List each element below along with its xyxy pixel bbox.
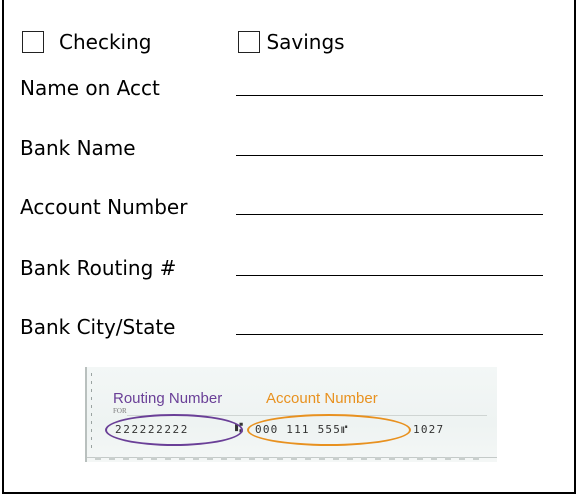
- savings-label: Savings: [266, 30, 345, 54]
- name-on-acct-input[interactable]: [236, 95, 543, 96]
- savings-checkbox[interactable]: [238, 31, 261, 53]
- account-type-row: Checking Savings: [22, 26, 345, 58]
- account-number-caption: Account Number: [266, 390, 378, 407]
- field-bank-city-state: Bank City/State: [20, 312, 550, 342]
- check-edge-mark: [91, 373, 92, 453]
- field-account-number: Account Number: [20, 192, 550, 222]
- field-label: Bank Name: [20, 136, 136, 160]
- checking-option[interactable]: Checking: [22, 30, 151, 54]
- for-label: FOR: [113, 407, 127, 415]
- routing-highlight-oval: [105, 414, 243, 446]
- field-label: Bank City/State: [20, 315, 176, 339]
- field-label: Account Number: [20, 195, 188, 219]
- checking-label: Checking: [59, 30, 152, 54]
- checking-checkbox[interactable]: [22, 31, 44, 53]
- sample-check-image: Routing Number Account Number FOR 222222…: [85, 367, 497, 462]
- field-label: Name on Acct: [20, 76, 160, 100]
- savings-option[interactable]: Savings: [238, 30, 345, 54]
- check-bottom-pattern: [95, 457, 485, 460]
- bank-routing-input[interactable]: [236, 275, 543, 276]
- bank-name-input[interactable]: [236, 155, 543, 156]
- field-bank-routing: Bank Routing #: [20, 253, 550, 283]
- field-label: Bank Routing #: [20, 256, 177, 280]
- bank-city-state-input[interactable]: [236, 334, 543, 335]
- routing-number-caption: Routing Number: [113, 390, 223, 407]
- micr-check-number: 1027: [413, 423, 445, 436]
- account-highlight-oval: [247, 414, 411, 446]
- field-bank-name: Bank Name: [20, 133, 550, 163]
- field-name-on-acct: Name on Acct: [20, 73, 550, 103]
- account-number-input[interactable]: [236, 214, 543, 215]
